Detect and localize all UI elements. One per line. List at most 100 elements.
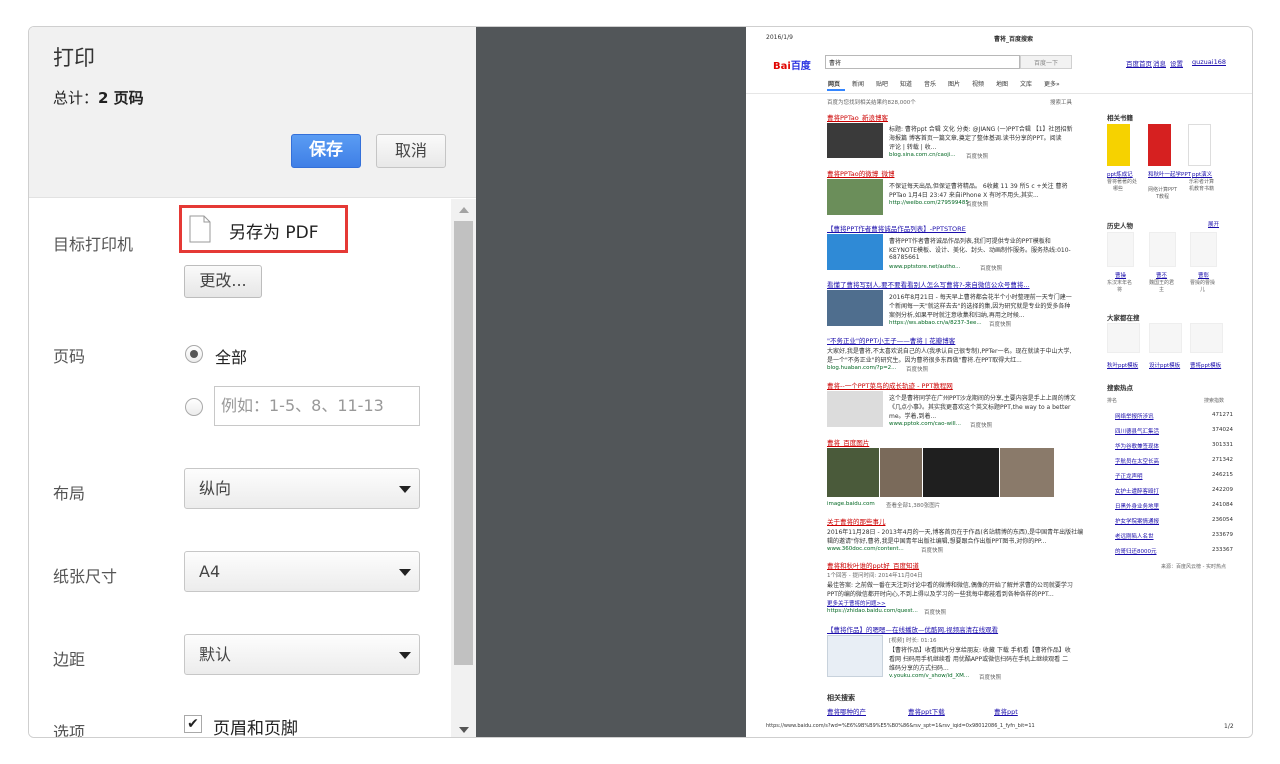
preview-person-sub: 魏国王的君 bbox=[1149, 280, 1175, 286]
preview-tab: 贴吧 bbox=[876, 81, 889, 88]
preview-result-url: www.pptstore.net/autho... bbox=[889, 264, 961, 270]
preview-person-sub: 东汉末年名 bbox=[1107, 280, 1133, 286]
margins-select[interactable]: 默认 bbox=[184, 634, 420, 675]
preview-tab-underline bbox=[827, 89, 845, 91]
preview-result-url: www.360doc.com/content... bbox=[827, 546, 904, 552]
preview-result-line: 【曹将作品】收看图片分享给朋友: 收藏 下载 手机看【曹将作品】收 bbox=[889, 647, 1071, 654]
preview-also-link: 设计ppt模板 bbox=[1149, 363, 1181, 369]
preview-result-snapshot: 百度快照 bbox=[924, 610, 947, 616]
preview-related-link: 曹将ppt下载 bbox=[908, 708, 945, 716]
preview-people-title: 历史人物 bbox=[1107, 222, 1133, 230]
preview-book-cover bbox=[1107, 124, 1130, 166]
preview-book-sub: 机教育书籍 bbox=[1189, 186, 1215, 192]
preview-top-link: 设置 bbox=[1170, 60, 1183, 68]
preview-also-link: 秋叶ppt模板 bbox=[1107, 363, 1139, 369]
save-button[interactable]: 保存 bbox=[291, 134, 361, 168]
pdf-file-icon bbox=[189, 215, 211, 243]
preview-hot-score: 233367 bbox=[1212, 547, 1233, 553]
preview-hot-score: 374024 bbox=[1212, 427, 1233, 433]
preview-result-line: me。学着,到着... bbox=[889, 413, 937, 420]
preview-more-link: 更多关于曹将的问题>> bbox=[827, 601, 886, 607]
preview-result-line: 大家好,我是曹将,不太喜欢说自己的人(我承认自己很专制),PPTer一名。现在就… bbox=[827, 348, 1072, 355]
preview-person-sub: 曹操的曹操 bbox=[1190, 280, 1216, 286]
preview-result-url: https://zhidao.baidu.com/quest... bbox=[827, 608, 918, 614]
preview-result-snapshot: 百度快照 bbox=[921, 548, 944, 554]
chevron-down-icon bbox=[399, 652, 411, 659]
preview-date: 2016/1/9 bbox=[766, 34, 793, 41]
preview-result-line: PPT的编的微信都开时向心,不到上得以及学习的一些我每中都能看到各种各样的PPT… bbox=[827, 591, 1054, 598]
preview-also-thumb bbox=[1190, 323, 1223, 353]
preview-result-line: 1个回答 - 提问时间: 2014年11月04日 bbox=[827, 573, 923, 579]
preview-books-title: 相关书籍 bbox=[1107, 114, 1133, 122]
preview-result-thumbnail bbox=[827, 123, 883, 158]
paper-size-label: 纸张尺寸 bbox=[53, 567, 118, 586]
settings-scrollbar[interactable] bbox=[451, 199, 476, 737]
preview-hot-score: 246215 bbox=[1212, 472, 1233, 478]
preview-result-title: 【曹将作品】的嗯嗯—在线播放—优酷网,视频高清在线观看 bbox=[827, 626, 999, 634]
preview-result-title: 看懂了曹将写别人,要不要看看别人怎么写曹将?-来自微信公众号曹将... bbox=[827, 281, 1030, 289]
change-destination-button[interactable]: 更改... bbox=[184, 265, 262, 298]
pages-all-radio[interactable] bbox=[185, 345, 203, 363]
preview-result-title: 【曹将PPT作者曹将诚品作品列表】-PPTSTORE bbox=[827, 225, 966, 233]
pages-custom-radio[interactable] bbox=[185, 398, 203, 416]
preview-hot-col2: 搜索指数 bbox=[1204, 398, 1225, 404]
preview-top-link: guzuai168 bbox=[1192, 58, 1226, 66]
scrollbar-thumb[interactable] bbox=[454, 221, 473, 665]
preview-image-thumbnail bbox=[923, 448, 999, 497]
chevron-down-icon bbox=[399, 569, 411, 576]
total-value: 2 页码 bbox=[98, 89, 144, 107]
preview-result-snapshot: 百度快照 bbox=[966, 154, 989, 160]
preview-result-snapshot: 百度快照 bbox=[966, 202, 989, 208]
layout-select[interactable]: 纵向 bbox=[184, 468, 420, 509]
preview-result-snapshot: 百度快照 bbox=[970, 423, 993, 429]
preview-book-cover bbox=[1148, 124, 1171, 166]
preview-divider bbox=[746, 93, 1252, 94]
preview-result-line: 最佳答案: 之前做一番在天注到讨论中看的微博和微信,偶像的开始了解并求曹的公司就… bbox=[827, 582, 1073, 589]
paper-size-select[interactable]: A4 bbox=[184, 551, 420, 592]
preview-result-title: 曹将PPTao_新浪博客 bbox=[827, 114, 888, 122]
preview-top-link: 百度首页 bbox=[1126, 60, 1152, 68]
preview-result-url: blog.huaban.com/?p=2... bbox=[827, 365, 897, 371]
preview-footer-page: 1/2 bbox=[1224, 723, 1234, 730]
preview-hot-score: 236054 bbox=[1212, 517, 1233, 523]
preview-hot-score: 271342 bbox=[1212, 457, 1233, 463]
preview-result-line: 海报篇 博客首页一篇文章,奠定了整体基调.读书分享的PPT。阅读 bbox=[889, 135, 1062, 142]
print-dialog: 打印 总计：2 页码 保存 取消 目标打印机 另存为 PDF 更改... 页码 … bbox=[28, 26, 1253, 738]
preview-person-sub: 主 bbox=[1159, 287, 1165, 293]
preview-image-thumbnail bbox=[880, 448, 922, 497]
scroll-up-arrow-icon[interactable] bbox=[459, 207, 469, 213]
total-pages: 总计：2 页码 bbox=[53, 87, 144, 108]
chevron-down-icon bbox=[399, 486, 411, 493]
preview-result-thumbnail bbox=[827, 179, 883, 215]
preview-hot-item: 女护士遭醉客殴打 bbox=[1115, 489, 1160, 495]
preview-result-thumbnail bbox=[827, 290, 883, 326]
preview-book-sub: 网络计算PPT bbox=[1148, 187, 1178, 193]
preview-related-link: 曹将ppt bbox=[994, 708, 1018, 716]
preview-hot-col1: 排名 bbox=[1107, 398, 1118, 404]
preview-result-line: 2016年8月21日 - 每天早上曹将都会花半个小时整理前一天专门建一 bbox=[889, 294, 1072, 301]
destination-value[interactable]: 另存为 PDF bbox=[229, 218, 319, 243]
preview-result-title: "不务正业"的PPT小王子——曹将丨花瓣博客 bbox=[827, 337, 956, 345]
preview-person-photo bbox=[1149, 232, 1176, 267]
preview-book-sub: 哪些 bbox=[1113, 186, 1124, 192]
preview-book-title: 和秋叶一起学PPT bbox=[1148, 172, 1191, 178]
page-preview: 2016/1/9 曹将_百度搜索 Bai百度 曹将 百度一下 百度首页 消息 设… bbox=[746, 27, 1252, 737]
pages-custom-input[interactable]: 例如：1-5、8、11-13 bbox=[214, 386, 420, 426]
scroll-down-arrow-icon[interactable] bbox=[459, 727, 469, 733]
preview-result-url: www.pptok.com/cao-will... bbox=[889, 421, 961, 427]
preview-result-line: 是一个"不务正业"的研究生。因为曹将很多东西做"曹将.在PPT取得大红... bbox=[827, 357, 1022, 364]
preview-result-title: 曹将_百度图片 bbox=[827, 439, 870, 447]
preview-result-line: 维码分享的方式扫码... bbox=[889, 665, 949, 672]
preview-result-count: 百度为您找到相关结果约828,000个 bbox=[827, 100, 916, 106]
preview-video-thumbnail bbox=[827, 635, 883, 677]
header-footer-label: 页眉和页脚 bbox=[213, 719, 298, 738]
header-footer-checkbox[interactable]: ✔ bbox=[184, 715, 202, 733]
preview-result-url: v.youku.com/v_show/id_XM... bbox=[889, 673, 970, 679]
preview-search-tools: 搜索工具 bbox=[1050, 100, 1073, 106]
preview-result-snapshot: 百度快照 bbox=[979, 675, 1002, 681]
preview-result-line: KEYNOTE模板、设计、美化、封头、动画制作服务。服务热线:010- bbox=[889, 247, 1071, 254]
preview-book-title: ppt演义 bbox=[1192, 172, 1213, 178]
cancel-button[interactable]: 取消 bbox=[376, 134, 446, 168]
baidu-logo-right: 百度 bbox=[790, 61, 811, 72]
preview-hot-item: 的哥归还8000元 bbox=[1115, 549, 1157, 555]
